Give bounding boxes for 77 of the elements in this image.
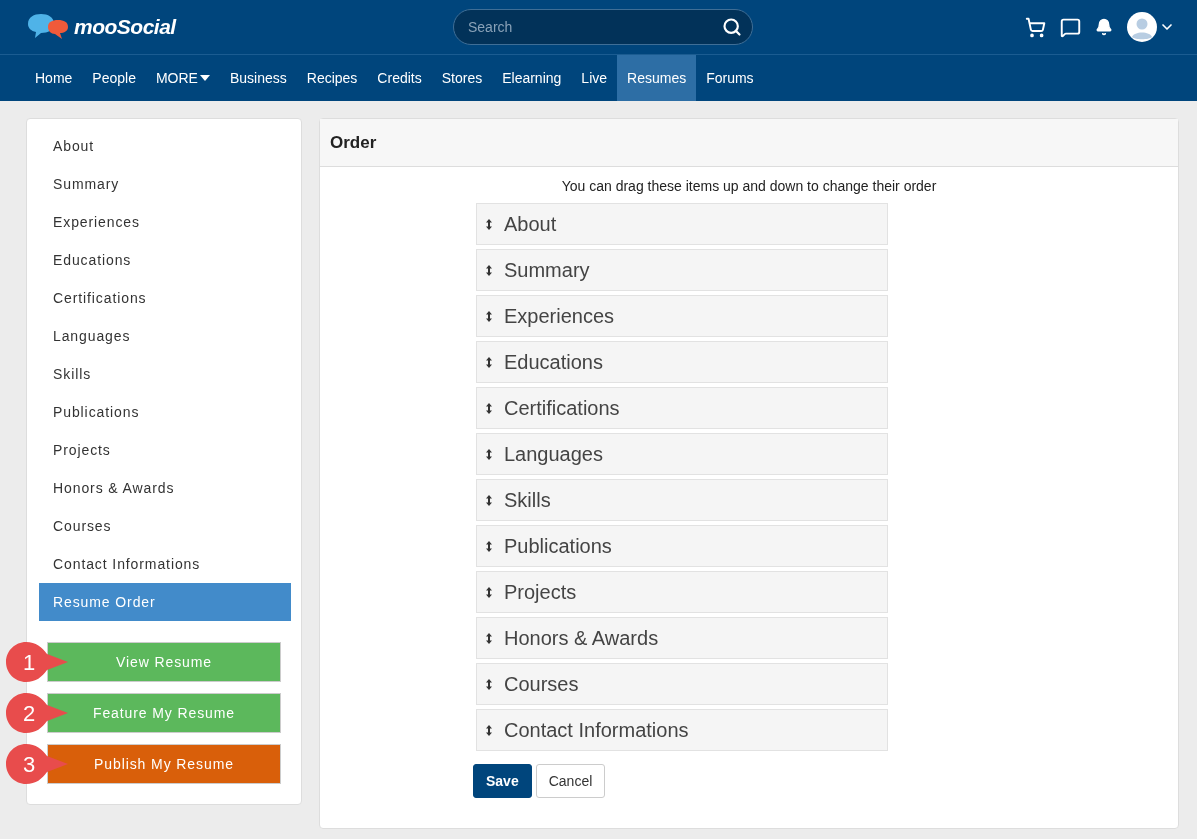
sidebar-item[interactable]: Summary [39,165,291,203]
logo-text[interactable]: mooSocial [74,15,176,39]
instruction-text: You can drag these items up and down to change their order [560,178,938,194]
cart-icon[interactable] [1025,16,1046,38]
sortable-item[interactable]: Educations [476,341,888,383]
nav-link[interactable]: Credits [367,55,432,101]
item-label: About [504,212,557,236]
sidebar-item[interactable]: Experiences [39,203,291,241]
sidebar-item[interactable]: Contact Informations [39,545,291,583]
sortable-item[interactable]: Honors & Awards [476,617,888,659]
sortable-item[interactable]: Certifications [476,387,888,429]
search-field[interactable]: Search [453,9,753,45]
nav-link[interactable]: Stores [431,55,493,101]
sortable-item[interactable]: About [476,203,888,245]
sortable-item[interactable]: Summary [476,249,888,291]
nav-link[interactable]: Resumes [617,55,697,101]
sortable-item[interactable]: Skills [476,479,888,521]
nav-link[interactable]: Forums [696,55,764,101]
nav-link[interactable]: Business [219,55,297,101]
form-button[interactable]: Save [473,764,532,798]
callout-marker: 3 [5,743,69,785]
caret-icon [199,75,210,81]
drag-handle-icon[interactable] [486,724,492,736]
item-label: Honors & Awards [504,626,659,650]
drag-handle-icon[interactable] [486,310,492,322]
item-label: Publications [504,534,612,558]
sortable-item[interactable]: Publications [476,525,888,567]
sortable-item[interactable]: Experiences [476,295,888,337]
nav-link[interactable]: People [82,55,146,101]
item-label: Summary [504,258,590,282]
message-icon[interactable] [1060,16,1081,38]
panel-title: Order [330,132,377,153]
sidebar-item[interactable]: Publications [39,393,291,431]
drag-handle-icon[interactable] [486,494,492,506]
nav-link[interactable]: Home [25,55,83,101]
sidebar-item[interactable]: Honors & Awards [39,469,291,507]
form-button[interactable]: Cancel [535,764,606,798]
sidebar-item[interactable]: Projects [39,431,291,469]
nav-link[interactable]: Elearning [492,55,572,101]
item-label: Skills [504,488,551,512]
search-icon[interactable] [722,17,742,37]
item-label: Projects [504,580,577,604]
callout-marker: 1 [5,641,69,683]
nav-link[interactable]: Recipes [296,55,368,101]
chat-bubbles-icon [26,13,70,41]
nav-link[interactable]: Live [571,55,618,101]
user-avatar-icon[interactable] [1127,12,1175,42]
item-label: Courses [504,672,579,696]
drag-handle-icon[interactable] [486,264,492,276]
sortable-item[interactable]: Courses [476,663,888,705]
action-button[interactable]: Publish My Resume [47,744,281,784]
item-label: Experiences [504,304,615,328]
drag-handle-icon[interactable] [486,678,492,690]
sortable-item[interactable]: Contact Informations [476,709,888,751]
sidebar-item[interactable]: Certifications [39,279,291,317]
bell-icon[interactable] [1095,18,1113,36]
sortable-item[interactable]: Projects [476,571,888,613]
item-label: Languages [504,442,603,466]
drag-handle-icon[interactable] [486,632,492,644]
drag-handle-icon[interactable] [486,218,492,230]
nav-link[interactable]: MORE [145,55,220,101]
drag-handle-icon[interactable] [486,448,492,460]
sortable-item[interactable]: Languages [476,433,888,475]
item-label: Educations [504,350,603,374]
sidebar-item[interactable]: Educations [39,241,291,279]
sidebar-item[interactable]: Skills [39,355,291,393]
drag-handle-icon[interactable] [486,402,492,414]
item-label: Contact Informations [504,718,689,742]
sidebar-item[interactable]: Courses [39,507,291,545]
sidebar-item[interactable]: Resume Order [39,583,291,621]
drag-handle-icon[interactable] [486,540,492,552]
sidebar-item[interactable]: About [39,127,291,165]
drag-handle-icon[interactable] [486,586,492,598]
callout-marker: 2 [5,692,69,734]
item-label: Certifications [504,396,620,420]
drag-handle-icon[interactable] [486,356,492,368]
sidebar-item[interactable]: Languages [39,317,291,355]
